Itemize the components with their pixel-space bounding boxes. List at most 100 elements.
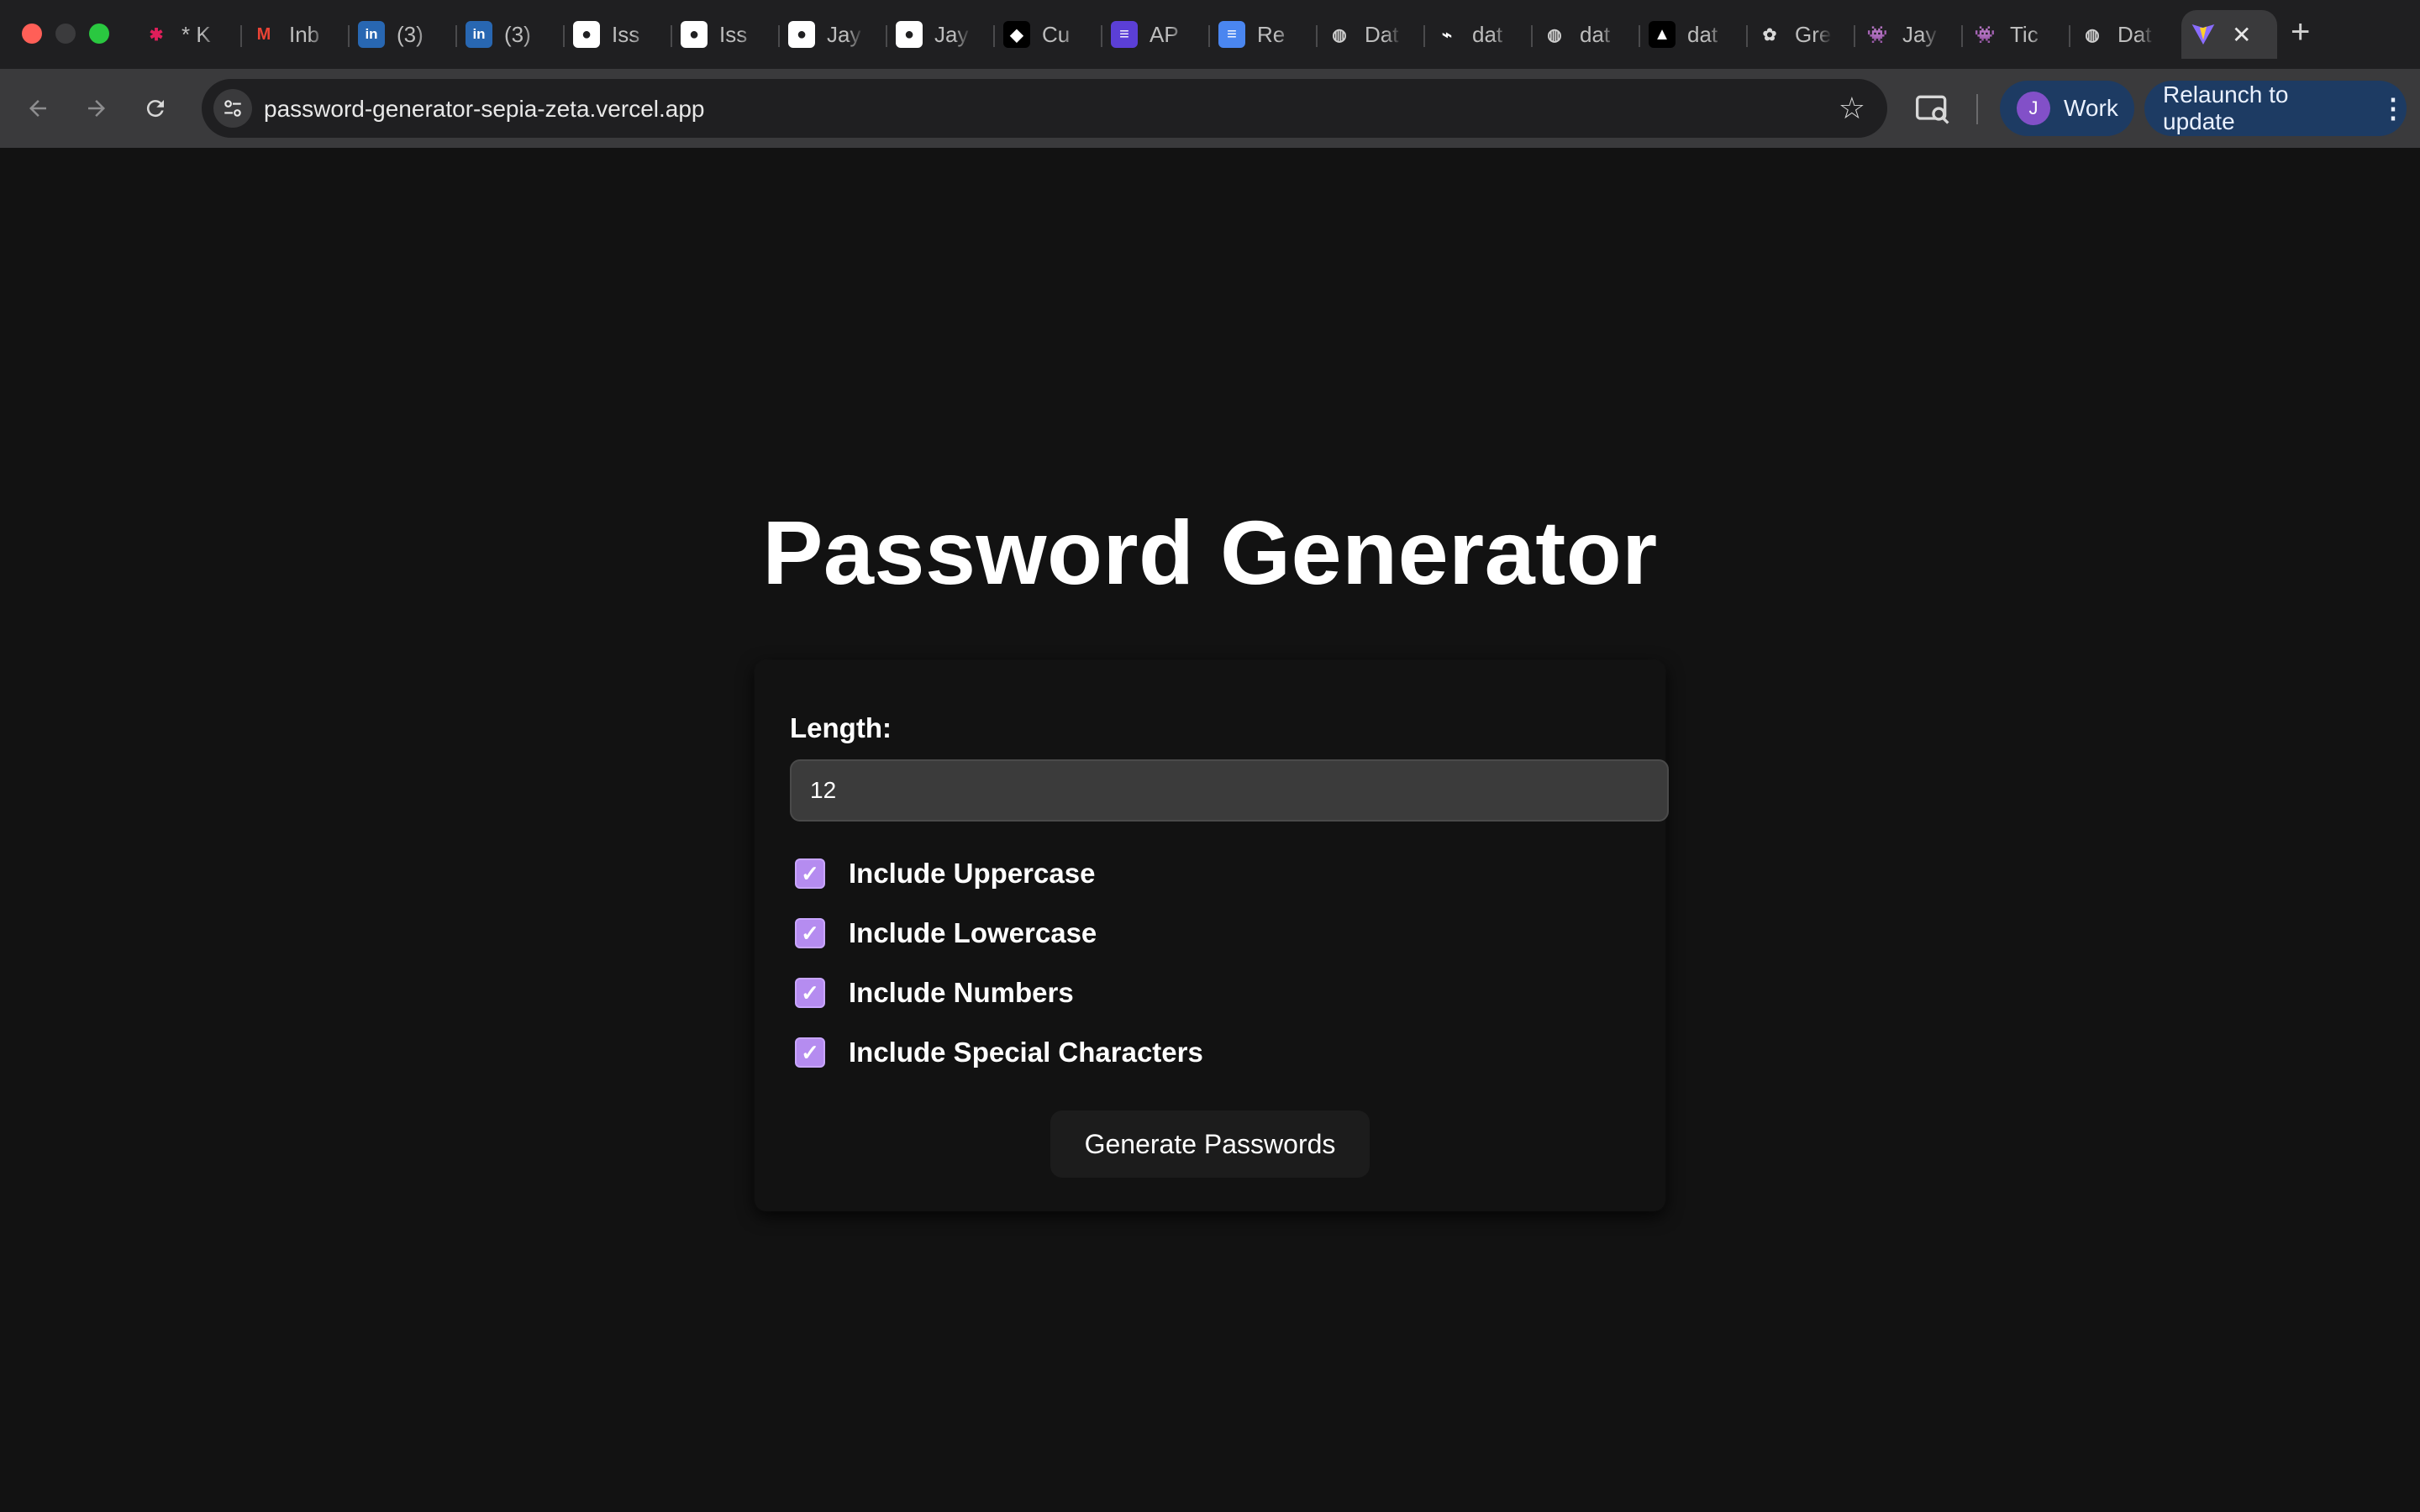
avatar: J — [2017, 92, 2050, 125]
site-info-button[interactable] — [213, 89, 252, 128]
browser-tab[interactable]: 👾 Jay — [1855, 10, 1963, 59]
tab-title: Tic — [2010, 21, 2039, 47]
numbers-checkbox[interactable]: ✓ — [795, 978, 825, 1008]
active-tab[interactable]: ✕ — [2181, 10, 2277, 59]
reload-button[interactable] — [134, 87, 176, 129]
lowercase-checkbox[interactable]: ✓ — [795, 918, 825, 948]
browser-tab[interactable]: M Inb — [242, 10, 350, 59]
browser-tab[interactable]: ✱ * K — [134, 10, 242, 59]
alien-icon: 👾 — [1866, 25, 1888, 45]
profile-button[interactable]: J Work — [2000, 81, 2134, 136]
tab-title: Gre — [1795, 21, 1832, 47]
length-label: Length: — [790, 712, 892, 743]
browser-tab[interactable]: ▲ dat — [1640, 10, 1748, 59]
uppercase-checkbox[interactable]: ✓ — [795, 858, 825, 889]
gmail-icon: M — [256, 24, 271, 44]
option-uppercase[interactable]: ✓ Include Uppercase — [795, 855, 1095, 892]
browser-tab[interactable]: 👾 Tic — [1963, 10, 2070, 59]
browser-tab[interactable]: ◍ dat — [1533, 10, 1640, 59]
browser-tab[interactable]: ◍ Dat — [2070, 10, 2178, 59]
cursor-icon: ◆ — [1003, 21, 1030, 48]
numbers-label[interactable]: Include Numbers — [849, 977, 1074, 1009]
alien-icon: 👾 — [1974, 25, 1996, 45]
link-icon: ⌁ — [1441, 25, 1453, 45]
relaunch-label: Relaunch to update — [2163, 81, 2289, 134]
arrow-left-icon — [29, 100, 46, 117]
arrow-right-icon — [88, 100, 105, 117]
tab-title: Jay — [934, 21, 969, 47]
browser-tab[interactable]: ◍ Dat — [1318, 10, 1425, 59]
tab-list: ✱ * K M Inb in (3) in (3) ● Iss ● Iss ● Jay ● Jay ◆ Cu ≡ AP… — [134, 10, 2277, 69]
close-tab-icon[interactable]: ✕ — [2232, 21, 2251, 49]
docs-icon: ≡ — [1218, 21, 1245, 48]
option-lowercase[interactable]: ✓ Include Lowercase — [795, 915, 1097, 952]
github-icon: ● — [896, 21, 923, 48]
generator-card: Length: ✓ Include Uppercase ✓ Include Lo… — [755, 660, 1669, 1211]
github-icon: ● — [573, 21, 600, 48]
tab-title: Iss — [719, 21, 748, 47]
forward-button[interactable] — [76, 87, 118, 129]
browser-tab[interactable]: ● Iss — [565, 10, 672, 59]
globe-icon: ◍ — [1547, 25, 1562, 45]
length-input[interactable] — [790, 759, 1669, 822]
vercel-icon: ▲ — [1649, 21, 1676, 48]
address-bar[interactable]: password-generator-sepia-zeta.vercel.app… — [202, 79, 1887, 138]
tab-title: * K — [182, 21, 211, 47]
maximize-window-button[interactable] — [89, 24, 109, 44]
generate-passwords-button[interactable]: Generate Passwords — [1050, 1110, 1370, 1178]
tab-title: Dat — [1365, 21, 1399, 47]
relaunch-button[interactable]: Relaunch to update ⋮ — [2144, 81, 2407, 136]
tab-title: dat — [1687, 21, 1718, 47]
option-numbers[interactable]: ✓ Include Numbers — [795, 974, 1074, 1011]
browser-tab[interactable]: ≡ Re — [1210, 10, 1318, 59]
globe-icon: ◍ — [2085, 25, 2100, 45]
special-characters-checkbox[interactable]: ✓ — [795, 1037, 825, 1068]
back-button[interactable] — [17, 87, 59, 129]
minimize-window-button[interactable] — [55, 24, 76, 44]
profile-name: Work — [2064, 95, 2118, 121]
browser-toolbar: password-generator-sepia-zeta.vercel.app… — [0, 69, 2420, 148]
github-icon: ● — [788, 21, 815, 48]
tab-title: AP — [1150, 21, 1179, 47]
lowercase-label[interactable]: Include Lowercase — [849, 917, 1097, 949]
tab-title: Iss — [612, 21, 640, 47]
browser-tab[interactable]: ● Jay — [780, 10, 887, 59]
bookmark-star-icon[interactable]: ☆ — [1839, 91, 1865, 126]
close-window-button[interactable] — [22, 24, 42, 44]
uppercase-label[interactable]: Include Uppercase — [849, 858, 1095, 890]
browser-tab[interactable]: ◆ Cu — [995, 10, 1102, 59]
browser-tab[interactable]: ✿ Gre — [1748, 10, 1855, 59]
tab-title: Re — [1257, 21, 1286, 47]
tab-title: Inb — [289, 21, 320, 47]
tab-title: dat — [1472, 21, 1503, 47]
browser-tab[interactable]: in (3) — [350, 10, 457, 59]
new-tab-button[interactable]: + — [2291, 13, 2310, 51]
reload-icon — [146, 100, 164, 118]
browser-tab[interactable]: ● Iss — [672, 10, 780, 59]
browser-tab[interactable]: ⌁ dat — [1425, 10, 1533, 59]
tab-title: Dat — [2118, 21, 2152, 47]
tab-title: (3) — [397, 21, 424, 47]
vite-icon — [2191, 24, 2215, 45]
linkedin-icon: in — [358, 21, 385, 48]
openai-icon: ✿ — [1762, 25, 1777, 45]
url-text[interactable]: password-generator-sepia-zeta.vercel.app — [264, 96, 705, 123]
browser-tab[interactable]: ≡ AP — [1102, 10, 1210, 59]
tab-title: dat — [1580, 21, 1611, 47]
globe-icon: ◍ — [1332, 25, 1347, 45]
toolbar-divider — [1976, 94, 1978, 124]
browser-tab[interactable]: ● Jay — [887, 10, 995, 59]
slack-icon: ✱ — [149, 25, 164, 45]
special-characters-label[interactable]: Include Special Characters — [849, 1037, 1203, 1068]
option-special-characters[interactable]: ✓ Include Special Characters — [795, 1034, 1203, 1071]
menu-kebab-icon[interactable]: ⋮ — [2380, 92, 2407, 124]
browser-tab[interactable]: in (3) — [457, 10, 565, 59]
tab-strip: ✱ * K M Inb in (3) in (3) ● Iss ● Iss ● Jay ● Jay ◆ Cu ≡ AP… — [0, 0, 2420, 69]
tune-icon — [224, 100, 241, 117]
tab-title: Jay — [827, 21, 861, 47]
linkedin-icon: in — [466, 21, 492, 48]
list-icon: ≡ — [1111, 21, 1138, 48]
github-icon: ● — [681, 21, 708, 48]
page-title: Password Generator — [762, 501, 1658, 603]
search-tab-icon[interactable] — [1914, 91, 1951, 128]
